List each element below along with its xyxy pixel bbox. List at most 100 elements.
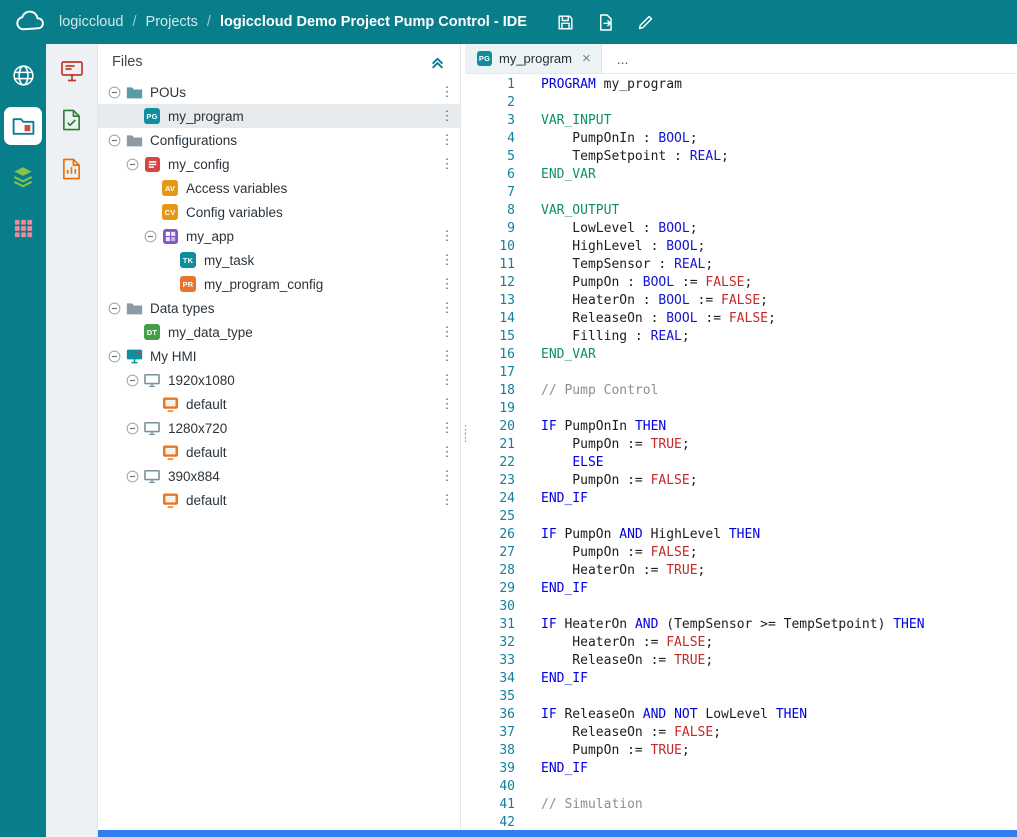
collapse-expand-icon[interactable] [142, 230, 159, 243]
item-menu-icon[interactable]: ⋮ [434, 104, 460, 128]
collapse-expand-icon[interactable] [106, 134, 123, 147]
activity-item-packages[interactable] [4, 158, 42, 196]
code-line[interactable]: 16END_VAR [465, 346, 1017, 364]
code-line[interactable]: 25 [465, 508, 1017, 526]
code-line[interactable]: 3VAR_INPUT [465, 112, 1017, 130]
tree-item-my-program-config[interactable]: PRmy_program_config⋮ [98, 272, 460, 296]
tree-item-data-types[interactable]: Data types⋮ [98, 296, 460, 320]
item-menu-icon[interactable]: ⋮ [434, 488, 460, 512]
tab-overflow-button[interactable]: ... [602, 44, 644, 73]
code-line[interactable]: 32 HeaterOn := FALSE; [465, 634, 1017, 652]
item-menu-icon[interactable]: ⋮ [434, 416, 460, 440]
code-line[interactable]: 31IF HeaterOn AND (TempSensor >= TempSet… [465, 616, 1017, 634]
collapse-expand-icon[interactable] [124, 422, 141, 435]
item-menu-icon[interactable]: ⋮ [434, 128, 460, 152]
code-line[interactable]: 34END_IF [465, 670, 1017, 688]
code-line[interactable]: 17 [465, 364, 1017, 382]
item-menu-icon[interactable]: ⋮ [434, 368, 460, 392]
code-line[interactable]: 6END_VAR [465, 166, 1017, 184]
code-line[interactable]: 4 PumpOnIn : BOOL; [465, 130, 1017, 148]
code-line[interactable]: 27 PumpOn := FALSE; [465, 544, 1017, 562]
close-tab-icon[interactable]: × [582, 50, 591, 67]
item-menu-icon[interactable]: ⋮ [434, 152, 460, 176]
code-line[interactable]: 19 [465, 400, 1017, 418]
item-menu-icon[interactable]: ⋮ [434, 80, 460, 104]
item-menu-icon[interactable]: ⋮ [434, 272, 460, 296]
code-line[interactable]: 42 [465, 814, 1017, 830]
collapse-expand-icon[interactable] [106, 350, 123, 363]
collapse-expand-icon[interactable] [124, 158, 141, 171]
secondary-item-program-files[interactable] [61, 108, 82, 132]
tree-item-1920x1080[interactable]: 1920x1080⋮ [98, 368, 460, 392]
code-line[interactable]: 10 HighLevel : BOOL; [465, 238, 1017, 256]
activity-item-globe[interactable] [4, 56, 42, 94]
edit-button[interactable] [634, 11, 657, 34]
tree-item-default[interactable]: default⋮ [98, 488, 460, 512]
code-line[interactable]: 30 [465, 598, 1017, 616]
code-line[interactable]: 14 ReleaseOn : BOOL := FALSE; [465, 310, 1017, 328]
code-line[interactable]: 15 Filling : REAL; [465, 328, 1017, 346]
code-line[interactable]: 11 TempSensor : REAL; [465, 256, 1017, 274]
tree-item-390x884[interactable]: 390x884⋮ [98, 464, 460, 488]
code-line[interactable]: 13 HeaterOn : BOOL := FALSE; [465, 292, 1017, 310]
panel-splitter[interactable]: ⋮⋮ [460, 44, 465, 830]
code-line[interactable]: 8VAR_OUTPUT [465, 202, 1017, 220]
collapse-expand-icon[interactable] [106, 86, 123, 99]
code-line[interactable]: 5 TempSetpoint : REAL; [465, 148, 1017, 166]
code-line[interactable]: 37 ReleaseOn := FALSE; [465, 724, 1017, 742]
code-editor[interactable]: 1PROGRAM my_program23VAR_INPUT4 PumpOnIn… [465, 74, 1017, 830]
tree-item-my-hmi[interactable]: My HMI⋮ [98, 344, 460, 368]
tree-item-my-data-type[interactable]: DTmy_data_type⋮ [98, 320, 460, 344]
code-line[interactable]: 7 [465, 184, 1017, 202]
save-button[interactable] [554, 11, 577, 34]
logiccloud-logo-icon[interactable] [14, 10, 47, 34]
code-line[interactable]: 29END_IF [465, 580, 1017, 598]
code-line[interactable]: 1PROGRAM my_program [465, 76, 1017, 94]
collapse-expand-icon[interactable] [106, 302, 123, 315]
tree-item-1280x720[interactable]: 1280x720⋮ [98, 416, 460, 440]
code-line[interactable]: 39END_IF [465, 760, 1017, 778]
code-line[interactable]: 41// Simulation [465, 796, 1017, 814]
code-line[interactable]: 2 [465, 94, 1017, 112]
code-line[interactable]: 20IF PumpOnIn THEN [465, 418, 1017, 436]
secondary-item-hmi-display[interactable] [60, 60, 84, 83]
bottom-panel-bar[interactable] [98, 830, 1017, 837]
tree-item-pous[interactable]: POUs⋮ [98, 80, 460, 104]
item-menu-icon[interactable]: ⋮ [434, 392, 460, 416]
collapse-expand-icon[interactable] [124, 374, 141, 387]
code-line[interactable]: 28 HeaterOn := TRUE; [465, 562, 1017, 580]
activity-item-files[interactable] [4, 107, 42, 145]
tree-item-my-config[interactable]: my_config⋮ [98, 152, 460, 176]
code-line[interactable]: 23 PumpOn := FALSE; [465, 472, 1017, 490]
tree-item-default[interactable]: default⋮ [98, 440, 460, 464]
item-menu-icon[interactable]: ⋮ [434, 320, 460, 344]
export-button[interactable] [594, 11, 617, 34]
code-line[interactable]: 9 LowLevel : BOOL; [465, 220, 1017, 238]
code-line[interactable]: 38 PumpOn := TRUE; [465, 742, 1017, 760]
item-menu-icon[interactable]: ⋮ [434, 248, 460, 272]
code-line[interactable]: 35 [465, 688, 1017, 706]
splitter-grip-icon[interactable]: ⋮⋮ [460, 426, 466, 442]
code-line[interactable]: 36IF ReleaseOn AND NOT LowLevel THEN [465, 706, 1017, 724]
activity-item-hardware[interactable] [4, 209, 42, 247]
collapse-expand-icon[interactable] [124, 470, 141, 483]
breadcrumb-item[interactable]: Projects [146, 14, 198, 30]
tree-item-my-app[interactable]: my_app⋮ [98, 224, 460, 248]
tab-my_program[interactable]: PGmy_program× [465, 44, 602, 73]
tree-item-access-variables[interactable]: AVAccess variables [98, 176, 460, 200]
tree-item-my-task[interactable]: TKmy_task⋮ [98, 248, 460, 272]
code-line[interactable]: 18// Pump Control [465, 382, 1017, 400]
code-line[interactable]: 21 PumpOn := TRUE; [465, 436, 1017, 454]
code-line[interactable]: 22 ELSE [465, 454, 1017, 472]
code-line[interactable]: 26IF PumpOn AND HighLevel THEN [465, 526, 1017, 544]
item-menu-icon[interactable]: ⋮ [434, 296, 460, 320]
breadcrumb-item[interactable]: logiccloud Demo Project Pump Control - I… [220, 14, 527, 30]
tree-item-config-variables[interactable]: CVConfig variables [98, 200, 460, 224]
tree-item-default[interactable]: default⋮ [98, 392, 460, 416]
collapse-all-icon[interactable] [430, 55, 445, 70]
code-line[interactable]: 12 PumpOn : BOOL := FALSE; [465, 274, 1017, 292]
code-line[interactable]: 40 [465, 778, 1017, 796]
breadcrumb-item[interactable]: logiccloud [59, 14, 124, 30]
item-menu-icon[interactable]: ⋮ [434, 464, 460, 488]
tree-item-my-program[interactable]: PGmy_program⋮ [98, 104, 460, 128]
